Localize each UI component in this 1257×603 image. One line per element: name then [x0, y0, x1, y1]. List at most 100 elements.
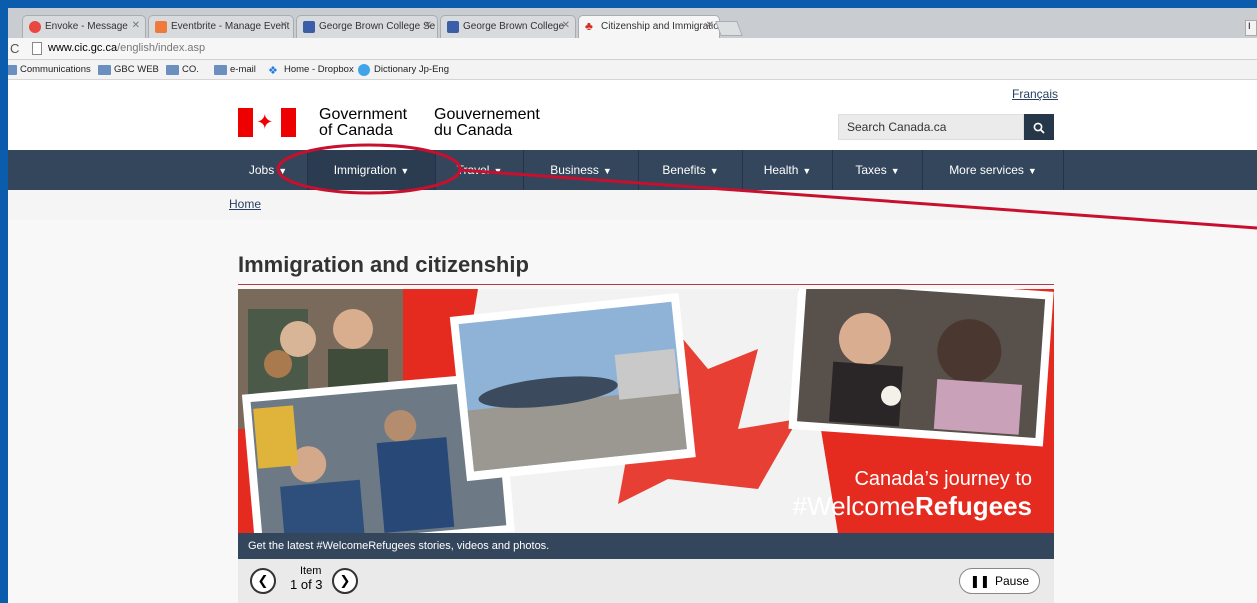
dropbox-icon: ❖	[268, 65, 278, 77]
close-icon[interactable]: ✕	[424, 20, 432, 31]
envoke-favicon-icon	[29, 21, 41, 33]
chevron-down-icon: ▼	[802, 166, 812, 176]
bookmark-label: GBC WEB	[114, 64, 159, 75]
tab-title: Citizenship and Immigratio	[601, 21, 719, 32]
chevron-down-icon: ▼	[493, 166, 503, 176]
nav-label: Health	[763, 163, 799, 177]
nav-item-travel[interactable]: Travel ▼	[436, 150, 524, 190]
nav-label: Immigration	[333, 163, 397, 177]
bookmark-email[interactable]: e-mail	[214, 64, 256, 75]
gbc-favicon-icon	[303, 21, 315, 33]
chevron-right-icon: ❯	[339, 573, 351, 588]
chevron-left-icon: ❮	[257, 573, 269, 588]
nav-item-benefits[interactable]: Benefits ▼	[639, 150, 743, 190]
web-page: Français ✦ Government of Canada Gouverne…	[8, 80, 1257, 603]
gov-fr-line1: Gouvernement	[434, 106, 540, 123]
photo-welcome	[788, 289, 1054, 447]
chevron-down-icon: ▼	[278, 166, 288, 176]
pause-button[interactable]: ❚❚ Pause	[958, 568, 1040, 594]
nav-label: Business	[550, 163, 599, 177]
chevron-down-icon: ▼	[890, 166, 900, 176]
bookmark-dictionary[interactable]: Dictionary Jp-Eng	[358, 64, 449, 76]
close-icon[interactable]: ✕	[706, 20, 714, 31]
page-icon	[32, 42, 42, 55]
close-icon[interactable]: ✕	[132, 20, 140, 31]
screen-frame-top	[0, 0, 1257, 8]
nav-label: Benefits	[662, 163, 706, 177]
nav-label: Taxes	[855, 163, 887, 177]
tab-title: George Brown College Se	[319, 21, 436, 32]
tab-title: Envoke - Message	[45, 21, 128, 32]
pause-label: Pause	[994, 574, 1029, 588]
bookmark-gbc-web[interactable]: GBC WEB	[98, 64, 159, 75]
nav-item-health[interactable]: Health ▼	[743, 150, 833, 190]
nav-label: Travel	[456, 163, 490, 177]
carousel-caption-link[interactable]: Get the latest #WelcomeRefugees stories,…	[238, 533, 1054, 559]
photo-airplane	[449, 292, 696, 482]
tab-cic-active[interactable]: ♣ Citizenship and Immigratio ✕	[578, 15, 720, 38]
bookmark-co[interactable]: CO.	[166, 64, 199, 75]
bookmarks-bar: Communications GBC WEB CO. e-mail ❖ Home …	[0, 60, 1257, 80]
search-input[interactable]	[838, 114, 1024, 140]
search-icon	[1033, 122, 1045, 134]
folder-icon	[98, 65, 111, 75]
nav-item-immigration[interactable]: Immigration ▼	[308, 150, 436, 190]
maple-leaf-icon: ✦	[256, 111, 274, 134]
breadcrumb-home-link[interactable]: Home	[229, 197, 261, 211]
nav-label: Jobs	[248, 163, 275, 177]
url-path: /english/index.asp	[117, 42, 206, 54]
reload-icon[interactable]: C	[10, 41, 19, 56]
nav-label: More services	[949, 163, 1024, 177]
gov-en-line2: of Canada	[319, 122, 393, 139]
address-bar: C www.cic.gc.ca/english/index.asp	[0, 38, 1257, 60]
tab-envoke[interactable]: Envoke - Message ✕	[22, 15, 146, 38]
flag-bar-right	[281, 108, 296, 137]
banner-line2: #WelcomeRefugees	[793, 491, 1032, 521]
folder-icon	[214, 65, 227, 75]
banner-line1: Canada’s journey to	[854, 468, 1032, 490]
tab-gbc-2[interactable]: George Brown College ✕	[440, 15, 576, 38]
close-icon[interactable]: ✕	[280, 20, 288, 31]
bookmark-label: Dictionary Jp-Eng	[374, 64, 449, 75]
tab-gbc-1[interactable]: George Brown College Se ✕	[296, 15, 438, 38]
government-wordmark-fr[interactable]: Gouvernement du Canada	[434, 107, 540, 139]
bookmark-communications[interactable]: Communications	[4, 64, 91, 75]
url-domain: www.cic.gc.ca	[48, 42, 118, 54]
profile-button[interactable]: I	[1245, 20, 1257, 36]
bookmark-label: e-mail	[230, 64, 256, 75]
nav-item-business[interactable]: Business ▼	[524, 150, 639, 190]
title-underline	[238, 284, 1054, 285]
chevron-down-icon: ▼	[400, 166, 410, 176]
pause-icon: ❚❚	[969, 574, 990, 588]
nav-item-taxes[interactable]: Taxes ▼	[833, 150, 923, 190]
language-toggle-link[interactable]: Français	[1012, 87, 1058, 101]
chevron-down-icon: ▼	[709, 166, 719, 176]
new-tab-button[interactable]	[715, 21, 743, 36]
banner-hashtag-bold: Refugees	[914, 491, 1032, 521]
banner-hashtag-prefix: #Welcome	[792, 491, 915, 521]
tab-eventbrite[interactable]: Eventbrite - Manage Event ✕	[148, 15, 294, 38]
carousel-banner[interactable]: Canada’s journey to #WelcomeRefugees	[238, 289, 1054, 533]
canada-flag-logo: ✦	[238, 108, 296, 137]
government-wordmark-en[interactable]: Government of Canada	[319, 107, 407, 139]
folder-icon	[166, 65, 179, 75]
previous-slide-button[interactable]: ❮	[250, 568, 276, 594]
nav-item-jobs[interactable]: Jobs ▼	[229, 150, 308, 190]
main-nav-bar: Jobs ▼ Immigration ▼ Travel ▼ Business ▼ Ben…	[8, 150, 1257, 190]
dictionary-icon	[358, 64, 370, 76]
bookmark-label: Communications	[20, 64, 91, 75]
flag-bar-left	[238, 108, 253, 137]
site-search	[838, 114, 1054, 140]
tab-title: Eventbrite - Manage Event	[171, 21, 290, 32]
eventbrite-favicon-icon	[155, 21, 167, 33]
chevron-down-icon: ▼	[1027, 166, 1037, 176]
search-button[interactable]	[1024, 114, 1054, 140]
tab-title: George Brown College	[463, 21, 565, 32]
screen-frame-left	[0, 0, 8, 603]
next-slide-button[interactable]: ❯	[332, 568, 358, 594]
nav-item-more-services[interactable]: More services ▼	[923, 150, 1064, 190]
url-field[interactable]: www.cic.gc.ca/english/index.asp	[48, 42, 205, 54]
banner-tagline: Canada’s journey to #WelcomeRefugees	[793, 467, 1032, 521]
close-icon[interactable]: ✕	[562, 20, 570, 31]
bookmark-dropbox[interactable]: ❖ Home - Dropbox	[268, 64, 354, 77]
